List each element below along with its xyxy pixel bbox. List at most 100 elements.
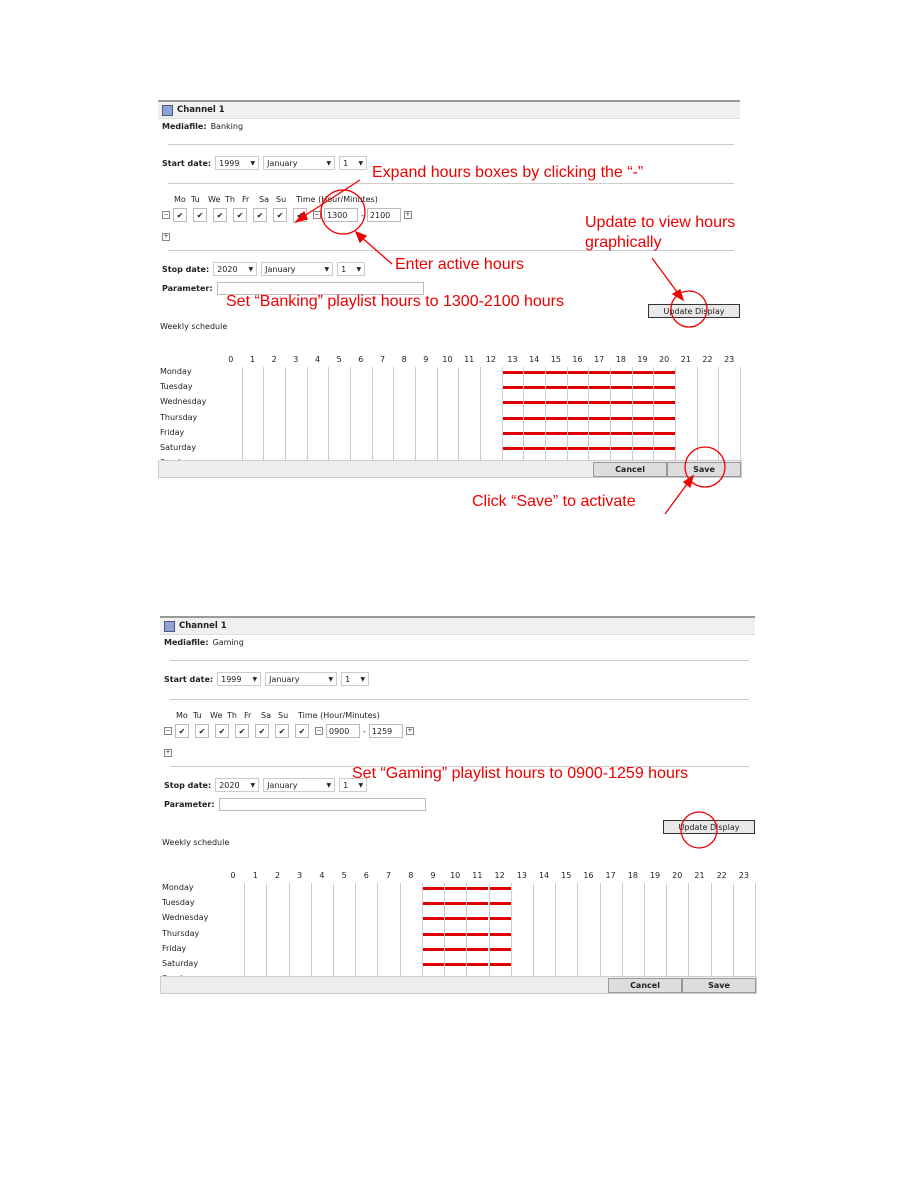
day-checkbox-th[interactable]: ✔ <box>235 724 249 738</box>
annotation-expand: Expand hours boxes by clicking the “-” <box>372 164 644 181</box>
day-checkbox-sa[interactable]: ✔ <box>273 208 287 222</box>
hour-label: 7 <box>386 871 392 880</box>
save-button[interactable]: Save <box>667 462 741 478</box>
weekday-label: Friday <box>160 427 185 437</box>
start-year-select[interactable]: 1999 ▼ <box>217 672 262 686</box>
save-button[interactable]: Save <box>682 978 756 994</box>
weekday-label: Monday <box>160 367 192 376</box>
start-day-select-value: 1 <box>343 158 349 168</box>
stop-day-select[interactable]: 1 ▼ <box>337 262 366 276</box>
day-checkbox-fr[interactable]: ✔ <box>253 208 267 222</box>
hour-label: 19 <box>637 355 648 364</box>
schedule-bar <box>589 401 610 405</box>
day-checkbox-tu[interactable]: ✔ <box>195 724 209 738</box>
day-checkbox-mo[interactable]: ✔ <box>173 208 187 222</box>
schedule-bar <box>524 416 545 420</box>
day-checkbox-mo[interactable]: ✔ <box>175 724 189 738</box>
schedule-bar <box>546 431 567 435</box>
day-header-mo: Mo <box>176 711 188 720</box>
day-checkbox-sa[interactable]: ✔ <box>275 724 289 738</box>
annotation-enter: Enter active hours <box>395 256 524 273</box>
update-display-button[interactable]: Update Display <box>648 304 740 318</box>
day-checkbox-we[interactable]: ✔ <box>215 724 229 738</box>
weekday-label: Tuesday <box>162 898 195 908</box>
collapse-row-icon[interactable]: − <box>164 727 172 735</box>
chevron-down-icon: ▼ <box>250 159 256 167</box>
schedule-bar <box>489 963 511 966</box>
schedule-bar <box>524 386 545 390</box>
hour-label: 5 <box>341 871 347 880</box>
start-month-select[interactable]: January ▼ <box>265 672 338 686</box>
day-checkbox-we[interactable]: ✔ <box>213 208 227 222</box>
schedule-panel-banking: Channel 1 Mediafile: Banking Start date: 199… <box>158 100 742 479</box>
hour-label: 9 <box>430 871 436 880</box>
stop-year-select[interactable]: 2020 ▼ <box>213 262 258 276</box>
day-header-su: Su <box>276 195 287 204</box>
hour-label: 8 <box>408 871 414 880</box>
schedule-bar <box>524 431 545 435</box>
start-day-select[interactable]: 1 ▼ <box>341 672 370 686</box>
schedule-bar <box>654 447 675 450</box>
cancel-button[interactable]: Cancel <box>593 462 667 478</box>
annotation-banking: Set “Banking” playlist hours to 1300-210… <box>226 293 564 310</box>
schedule-bar <box>546 416 567 420</box>
hour-label: 16 <box>583 871 594 880</box>
schedule-bar <box>502 416 524 420</box>
schedule-bar <box>632 371 654 374</box>
schedule-bar <box>524 401 545 405</box>
weekday-label: Friday <box>162 943 187 953</box>
stop-month-select[interactable]: January ▼ <box>263 778 336 792</box>
add-row-icon[interactable]: + <box>164 749 172 757</box>
minus-icon[interactable]: − <box>315 727 323 735</box>
schedule-bar <box>489 902 511 906</box>
add-row-icon[interactable]: + <box>162 233 170 241</box>
chevron-down-icon: ▼ <box>326 159 332 167</box>
hour-label: 23 <box>738 871 749 880</box>
time-from-input[interactable]: 1300 <box>324 208 358 222</box>
plus-icon[interactable]: + <box>403 211 412 219</box>
schedule-bar <box>611 431 632 435</box>
collapse-row-icon[interactable]: − <box>162 211 170 219</box>
minus-icon[interactable]: − <box>313 211 321 219</box>
stop-month-select[interactable]: January ▼ <box>261 262 334 276</box>
parameter-label: Parameter: <box>164 800 215 809</box>
hour-label: 13 <box>516 871 527 880</box>
schedule-bar <box>567 386 589 390</box>
stop-year-select[interactable]: 2020 ▼ <box>215 778 260 792</box>
time-to-input[interactable]: 1259 <box>368 724 403 738</box>
parameter-input[interactable] <box>218 798 426 811</box>
hour-label: 13 <box>507 355 518 364</box>
day-checkbox-su[interactable]: ✔ <box>293 208 307 222</box>
day-header-sa: Sa <box>261 711 271 720</box>
schedule-bar <box>467 963 489 966</box>
start-day-select[interactable]: 1 ▼ <box>339 156 368 170</box>
start-month-select[interactable]: January ▼ <box>263 156 336 170</box>
day-checkbox-fr[interactable]: ✔ <box>255 724 269 738</box>
schedule-bar <box>632 431 654 435</box>
hour-label: 10 <box>442 355 453 364</box>
schedule-bar <box>422 947 445 951</box>
schedule-bar <box>632 401 654 405</box>
panel-title: Channel 1 <box>177 105 225 115</box>
schedule-bar <box>502 371 524 374</box>
hour-label: 18 <box>627 871 638 880</box>
update-display-button[interactable]: Update Display <box>663 820 755 834</box>
day-checkbox-th[interactable]: ✔ <box>233 208 247 222</box>
time-to-input[interactable]: 2100 <box>366 208 401 222</box>
schedule-bar <box>589 386 610 390</box>
start-year-select[interactable]: 1999 ▼ <box>215 156 260 170</box>
plus-icon[interactable]: + <box>405 727 414 735</box>
day-checkbox-su[interactable]: ✔ <box>295 724 309 738</box>
weekday-label: Wednesday <box>160 397 207 407</box>
cancel-button[interactable]: Cancel <box>608 978 682 994</box>
schedule-bar <box>467 947 489 951</box>
mediafile-value: Gaming <box>212 638 244 647</box>
weekday-label: Tuesday <box>160 382 193 392</box>
day-checkbox-tu[interactable]: ✔ <box>193 208 207 222</box>
time-from-input[interactable]: 0900 <box>326 724 360 738</box>
chevron-down-icon: ▼ <box>250 781 256 789</box>
weekday-label: Thursday <box>160 412 198 422</box>
day-header-we: We <box>210 711 223 720</box>
day-header-we: We <box>208 195 221 204</box>
hour-label: 3 <box>293 355 299 364</box>
